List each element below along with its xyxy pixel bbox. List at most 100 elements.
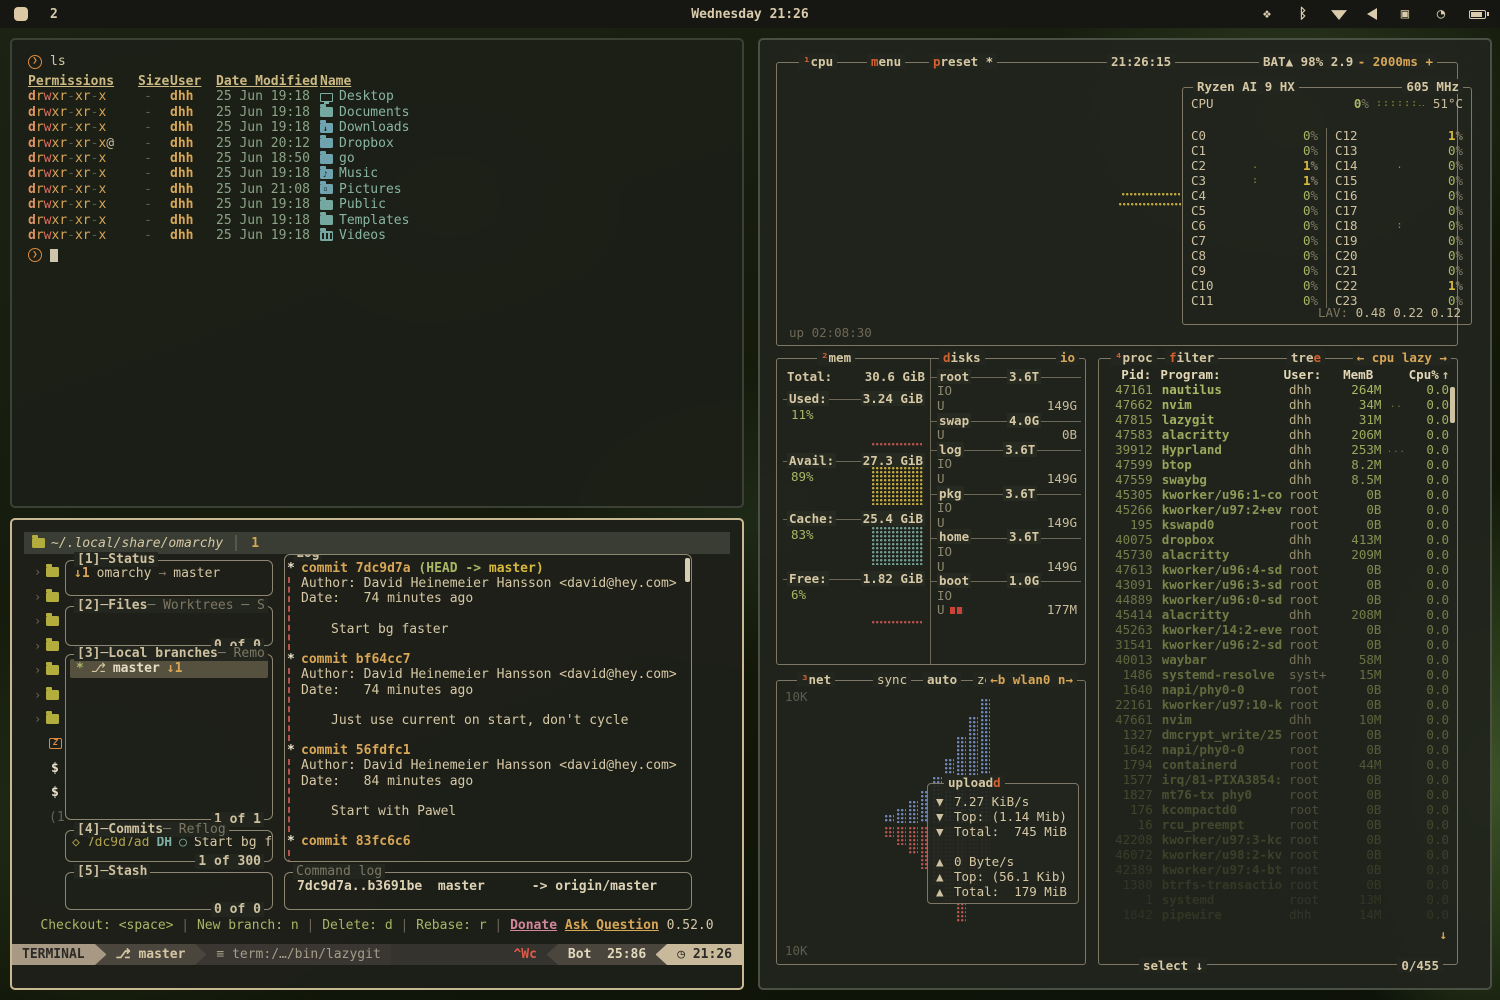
process-row[interactable]: 47662 nvim dhh 34M .. 0.0 — [1099, 397, 1457, 412]
process-row[interactable]: 47599 btop dhh 8.2M 0.0 — [1099, 457, 1457, 472]
process-row[interactable]: 1794 containerd root 44M 0.0 — [1099, 757, 1457, 772]
process-row[interactable]: 45730 alacritty dhh 209M 0.0 — [1099, 547, 1457, 562]
sort-column-switcher[interactable]: ← cpu lazy → — [1353, 350, 1451, 365]
mem-total: Total:30.6 GiB — [787, 369, 925, 384]
process-name: nautilus — [1162, 382, 1289, 397]
direction-icon: ▲ — [936, 884, 948, 899]
process-row[interactable]: 46072 kworker/u98:2-kv root 0B 0.0 — [1099, 847, 1457, 862]
process-row[interactable]: 40075 dropbox dhh 413M 0.0 — [1099, 532, 1457, 547]
filter-button[interactable]: filter — [1165, 350, 1218, 365]
disk-used: 149G — [1047, 515, 1077, 530]
net-sync-button[interactable]: sync — [873, 672, 911, 687]
process-row[interactable]: 1827 mt76-tx phy0 root 0B 0.0 — [1099, 787, 1457, 802]
process-row[interactable]: 31541 kworker/u96:2-sd root 0B 0.0 — [1099, 637, 1457, 652]
disks-title[interactable]: disks — [939, 350, 985, 365]
process-pid: 1827 — [1107, 787, 1153, 802]
lazygit-branches-panel[interactable]: [3]─Local branches─ Remo * ⎇ master ↓1 1… — [65, 654, 273, 820]
process-row[interactable]: 1327 dmcrypt_write/25 root 0B 0.0 — [1099, 727, 1457, 742]
process-row[interactable]: 1842 pipewire dhh 14M 0.0 — [1099, 907, 1457, 922]
lazygit-log-panel[interactable]: Log *commit 7dc9d7a (HEAD -> master) Aut… — [284, 554, 692, 862]
donate-link[interactable]: Donate — [510, 918, 557, 933]
log-commit[interactable]: *commit 7dc9d7a (HEAD -> master) Author:… — [285, 561, 691, 652]
process-cpu: 0.0 — [1411, 487, 1449, 502]
used-graph — [872, 443, 922, 447]
process-row[interactable]: 47613 kworker/u96:4-sd root 0B 0.0 — [1099, 562, 1457, 577]
process-user: root — [1289, 847, 1334, 862]
process-row[interactable]: 47161 nautilus dhh 264M 0.0 — [1099, 382, 1457, 397]
process-row[interactable]: 47815 lazygit dhh 31M 0.0 — [1099, 412, 1457, 427]
process-row[interactable]: 42389 kworker/u97:4-bt root 0B 0.0 — [1099, 862, 1457, 877]
process-memory: 0B — [1334, 727, 1382, 742]
ask-question-link[interactable]: Ask Question — [565, 918, 659, 933]
process-row[interactable]: 40013 waybar dhh 58M 0.0 — [1099, 652, 1457, 667]
battery-icon[interactable] — [1469, 10, 1486, 19]
process-row[interactable]: 1640 napi/phy0-0 root 0B 0.0 — [1099, 682, 1457, 697]
process-cpu: 0.0 — [1411, 607, 1449, 622]
preset-button[interactable]: preset * — [929, 54, 997, 69]
process-name: Hyprland — [1162, 442, 1289, 457]
tab-1[interactable]: 1 — [251, 536, 259, 551]
commit-date: Date: 74 minutes ago — [285, 683, 691, 698]
date-modified: 25 Jun 19:18 — [208, 197, 320, 212]
process-row[interactable]: 45305 kworker/u96:1-co root 0B 0.0 — [1099, 487, 1457, 502]
process-name: kworker/u97:2+ev — [1162, 502, 1289, 517]
permissions: drwxr-xr-x — [28, 166, 128, 181]
process-row[interactable]: 1380 btrfs-transactio root 0B 0.0 — [1099, 877, 1457, 892]
process-row[interactable]: 45263 kworker/14:2-eve root 0B 0.0 — [1099, 622, 1457, 637]
net-stat-text: Top: (1.14 Mib) — [954, 809, 1067, 824]
process-row[interactable]: 45414 alacritty dhh 208M 0.0 — [1099, 607, 1457, 622]
user: dhh — [158, 105, 208, 120]
tree-toggle-button[interactable]: tree — [1287, 350, 1325, 365]
net-info-title[interactable]: uploadd — [944, 775, 1005, 790]
core-row: C18 : 0% — [1327, 218, 1471, 233]
folder-icon — [32, 538, 45, 548]
branch-row-selected[interactable]: * ⎇ master ↓1 — [70, 659, 268, 678]
log-commit[interactable]: *commit 83fc6c6 — [285, 834, 691, 862]
log-commit[interactable]: *commit bf64cc7 Author: David Heinemeier… — [285, 652, 691, 743]
process-row[interactable]: 43091 kworker/u96:3-sd root 0B 0.0 — [1099, 577, 1457, 592]
lazygit-stash-panel[interactable]: [5]─Stash 0 of 0 — [65, 872, 273, 910]
process-row[interactable]: 22161 kworker/u97:10-k root 0B 0.0 — [1099, 697, 1457, 712]
process-row[interactable]: 195 kswapd0 root 0B 0.0 — [1099, 517, 1457, 532]
process-row[interactable]: 47559 swaybg dhh 8.5M 0.0 — [1099, 472, 1457, 487]
process-memory: 0B — [1334, 637, 1382, 652]
process-pid: 176 — [1107, 802, 1153, 817]
net-box-title[interactable]: ³net — [797, 672, 835, 687]
process-row[interactable]: 45266 kworker/u97:2+ev root 0B 0.0 — [1099, 502, 1457, 517]
process-row[interactable]: 42208 kworker/u97:3-kc root 0B 0.0 — [1099, 832, 1457, 847]
log-commit[interactable]: *commit 56fdfc1 Author: David Heinemeier… — [285, 743, 691, 834]
io-mode-button[interactable]: io — [1056, 350, 1079, 365]
lazygit-commits-panel[interactable]: [4]─Commits─ Reflog ◇ 7dc9d7ad DH ○ Star… — [65, 830, 273, 862]
process-row[interactable]: 1486 systemd-resolve syst+ 15M 0.0 — [1099, 667, 1457, 682]
lazygit-files-panel[interactable]: [2]─Files─ Worktrees ─ S 0 of 0 — [65, 606, 273, 646]
cpu-total-graph: ::::::‥ — [1369, 98, 1433, 109]
process-row[interactable]: 1577 irq/81-PIXA3854: root 0B 0.0 — [1099, 772, 1457, 787]
process-row[interactable]: 176 kcompactd0 root 0B 0.0 — [1099, 802, 1457, 817]
process-row[interactable]: 39912 Hyprland dhh 253M ... 0.0 — [1099, 442, 1457, 457]
cpu-box-title[interactable]: ¹cpu — [799, 54, 837, 69]
process-row[interactable]: 47583 alacritty dhh 206M 0.0 — [1099, 427, 1457, 442]
process-pid: 47815 — [1107, 412, 1153, 427]
process-row[interactable]: 47661 nvim dhh 10M 0.0 — [1099, 712, 1457, 727]
net-auto-button[interactable]: auto — [923, 672, 961, 687]
lazygit-status-panel[interactable]: [1]─Status ↓1 omarchy → master — [65, 560, 273, 596]
proc-box-title[interactable]: ⁴proc — [1111, 350, 1157, 365]
process-name: mt76-tx phy0 — [1162, 787, 1289, 802]
menu-button[interactable]: menu — [867, 54, 905, 69]
update-interval-control[interactable]: - 2000ms + — [1354, 54, 1437, 69]
terminal-cursor[interactable] — [50, 249, 58, 262]
panel-title: [5]─Stash — [74, 864, 150, 879]
scroll-down-indicator[interactable]: ↓ — [1439, 927, 1447, 942]
btop-proc-box: ⁴proc filter tree ← cpu lazy → Pid: Prog… — [1098, 358, 1458, 965]
process-row[interactable]: 1642 napi/phy0-0 root 0B 0.0 — [1099, 742, 1457, 757]
mem-box-title[interactable]: ²mem — [817, 350, 855, 365]
net-interface-switcher[interactable]: ←b wlan0 n→ — [986, 672, 1077, 687]
process-row[interactable]: 1 systemd root 13M 0.0 — [1099, 892, 1457, 907]
buffer-icon: ≡ — [216, 947, 232, 962]
select-hint[interactable]: select ↓ — [1139, 958, 1207, 973]
process-row[interactable]: 44889 kworker/u96:0-sd root 0B 0.0 — [1099, 592, 1457, 607]
process-row[interactable]: 16 rcu_preempt root 0B 0.0 — [1099, 817, 1457, 832]
sort-direction-icon[interactable]: ↑ — [1442, 367, 1449, 382]
core-row: C1 0% — [1183, 143, 1326, 158]
ls-row: drwxr-xr-x - dhh 25 Jun 19:18 Templates — [28, 213, 726, 228]
